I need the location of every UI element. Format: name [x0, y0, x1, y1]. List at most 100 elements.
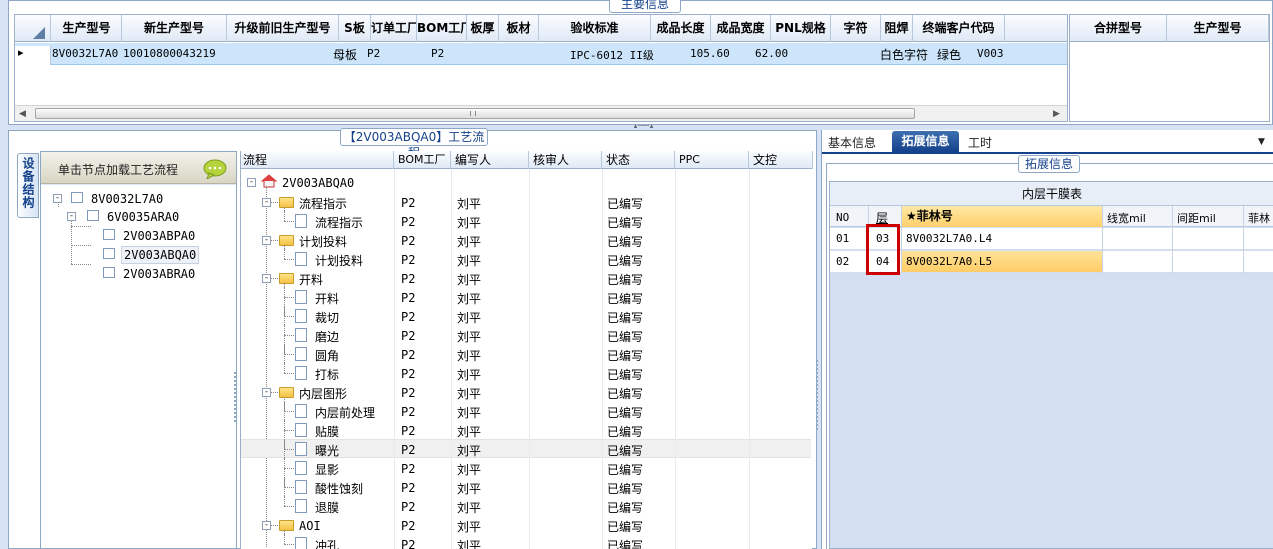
process-step-author: 刘平: [457, 330, 482, 344]
tree-node-2V003ABQA0[interactable]: 2V003ABQA0: [121, 246, 200, 264]
process-step-author: 刘平: [457, 197, 482, 211]
col-spacing-header[interactable]: 间距mil: [1177, 210, 1247, 226]
cell-no[interactable]: 01: [836, 232, 866, 245]
cell-width[interactable]: 62.00: [755, 47, 815, 60]
col-bom-factory-header[interactable]: BOM工厂: [394, 151, 451, 169]
col-solder-header[interactable]: 阻焊: [881, 15, 913, 42]
cell-customer[interactable]: V003: [977, 47, 1037, 60]
process-step-author: 刘平: [457, 463, 482, 477]
col-linewidth-header[interactable]: 线宽mil: [1107, 210, 1177, 226]
col-status-header[interactable]: 状态: [602, 151, 675, 169]
cell-order-factory[interactable]: P2: [367, 47, 397, 60]
select-all-corner[interactable]: [15, 15, 51, 42]
col-bom-factory-header[interactable]: BOM工厂: [417, 15, 467, 42]
cell-bom-factory[interactable]: P2: [431, 47, 461, 60]
col-standard-header[interactable]: 验收标准: [539, 15, 651, 42]
tree-toggle-icon[interactable]: -: [67, 212, 76, 221]
tree-node-2V003ABPA0[interactable]: 2V003ABPA0: [123, 229, 195, 243]
col-order-factory-header[interactable]: 订单工厂: [371, 15, 417, 42]
process-step-name[interactable]: 计划投料: [315, 252, 363, 269]
tree-node-2V003ABRA0[interactable]: 2V003ABRA0: [123, 267, 195, 281]
process-step-name[interactable]: 磨边: [315, 328, 339, 345]
cell-length[interactable]: 105.60: [690, 47, 750, 60]
horizontal-splitter-grip[interactable]: ▴ ········· ▴: [612, 123, 674, 130]
col-new-model-header[interactable]: 新生产型号: [122, 15, 227, 42]
tab-dropdown-icon[interactable]: ▼: [1258, 137, 1265, 147]
tree-node-8V0032L7A0[interactable]: 8V0032L7A0: [91, 192, 163, 206]
col-customer-header[interactable]: 终端客户代码: [913, 15, 1005, 42]
cell-prod-model[interactable]: 8V0032L7A0: [52, 47, 122, 60]
folder-toggle-icon[interactable]: -: [262, 521, 271, 530]
process-step-name[interactable]: 开料: [315, 290, 339, 307]
tree-toggle-icon[interactable]: -: [53, 194, 62, 203]
process-step-name[interactable]: 曝光: [315, 442, 339, 459]
process-step-name[interactable]: 打标: [315, 366, 339, 383]
folder-toggle-icon[interactable]: -: [262, 236, 271, 245]
folder-icon: [279, 273, 294, 284]
right-splitter-grip[interactable]: [816, 360, 820, 430]
col-width-header[interactable]: 成品宽度: [711, 15, 771, 42]
process-step-name[interactable]: 计划投料: [299, 233, 347, 250]
process-step-name[interactable]: 圆角: [315, 347, 339, 364]
process-step-name[interactable]: 显影: [315, 461, 339, 478]
col-s-board-header[interactable]: S板: [339, 15, 371, 42]
col-flow-header[interactable]: 流程: [241, 151, 394, 169]
folder-toggle-icon[interactable]: -: [262, 388, 271, 397]
cell-char[interactable]: 白色字符: [880, 46, 938, 63]
process-step-author: 刘平: [457, 292, 482, 306]
process-step-name[interactable]: 退膜: [315, 499, 339, 516]
process-step-name[interactable]: 贴膜: [315, 423, 339, 440]
col-no-header[interactable]: NO: [836, 211, 866, 224]
col-pnl-header[interactable]: PNL规格: [771, 15, 831, 42]
col-reviewer-header[interactable]: 核审人: [529, 151, 602, 169]
cell-film-selected[interactable]: 8V0032L7A0.L5: [902, 251, 1102, 272]
process-title: 【2V003ABQA0】工艺流程: [340, 128, 488, 160]
table-row[interactable]: [241, 515, 811, 534]
process-step-name[interactable]: 冲孔: [315, 537, 339, 549]
tree-node-6V0035ARA0[interactable]: 6V0035ARA0: [107, 210, 179, 224]
col-material-header[interactable]: 板材: [499, 15, 539, 42]
col-char-header[interactable]: 字符: [831, 15, 881, 42]
process-step-name[interactable]: AOI: [299, 519, 321, 533]
col-film-extra-header[interactable]: 菲林: [1248, 210, 1273, 226]
cell-s-board[interactable]: 母板: [333, 46, 363, 63]
col-author-header[interactable]: 编写人: [451, 151, 529, 169]
cell-no[interactable]: 02: [836, 255, 866, 268]
col-prod-model-header[interactable]: 生产型号: [52, 15, 122, 42]
col-doc-control-header[interactable]: 文控: [749, 151, 813, 169]
folder-toggle-icon[interactable]: -: [262, 274, 271, 283]
process-root[interactable]: 2V003ABQA0: [282, 176, 354, 190]
col-old-model-header[interactable]: 升级前旧生产型号: [227, 15, 339, 42]
col-thickness-header[interactable]: 板厚: [467, 15, 499, 42]
folder-toggle-icon[interactable]: -: [262, 198, 271, 207]
cell-film[interactable]: 8V0032L7A0.L4: [906, 232, 1096, 245]
col-film-header[interactable]: ★菲林号: [902, 206, 1102, 227]
merge-model-header[interactable]: 合拼型号: [1070, 15, 1167, 42]
process-step-name[interactable]: 裁切: [315, 309, 339, 326]
cell-solder[interactable]: 绿色: [937, 46, 969, 63]
process-step-name[interactable]: 内层图形: [299, 385, 347, 402]
process-step-name[interactable]: 流程指示: [315, 214, 363, 231]
document-icon: [295, 214, 307, 228]
table-row[interactable]: ▸ 8V0032L7A0 10010800043219 母板 P2 P2 IPC…: [15, 43, 1067, 65]
tab-extended-info[interactable]: 拓展信息: [892, 131, 959, 152]
col-length-header[interactable]: 成品长度: [651, 15, 711, 42]
col-ppc-header[interactable]: PPC: [675, 151, 749, 169]
merge-prod-header[interactable]: 生产型号: [1167, 15, 1269, 42]
scroll-thumb[interactable]: [35, 108, 915, 119]
table-row[interactable]: [241, 268, 811, 287]
cell-standard[interactable]: IPC-6012 II级: [570, 47, 690, 63]
left-splitter-grip[interactable]: [234, 372, 238, 422]
scroll-right-arrow-icon[interactable]: ▶: [1053, 109, 1060, 119]
process-step-name[interactable]: 开料: [299, 271, 323, 288]
cell-new-model[interactable]: 10010800043219: [123, 47, 228, 60]
side-tab-device-structure[interactable]: 设备结构: [17, 153, 39, 218]
scroll-left-arrow-icon[interactable]: ◀: [19, 109, 26, 119]
process-step-name[interactable]: 酸性蚀刻: [315, 480, 363, 497]
process-step-name[interactable]: 流程指示: [299, 195, 347, 212]
tab-basic-info[interactable]: 基本信息: [828, 134, 876, 151]
process-step-name[interactable]: 内层前处理: [315, 404, 375, 421]
main-grid-hscrollbar[interactable]: ◀ ▶: [15, 105, 1067, 121]
root-toggle-icon[interactable]: -: [247, 178, 256, 187]
tab-work-hours[interactable]: 工时: [968, 134, 992, 151]
